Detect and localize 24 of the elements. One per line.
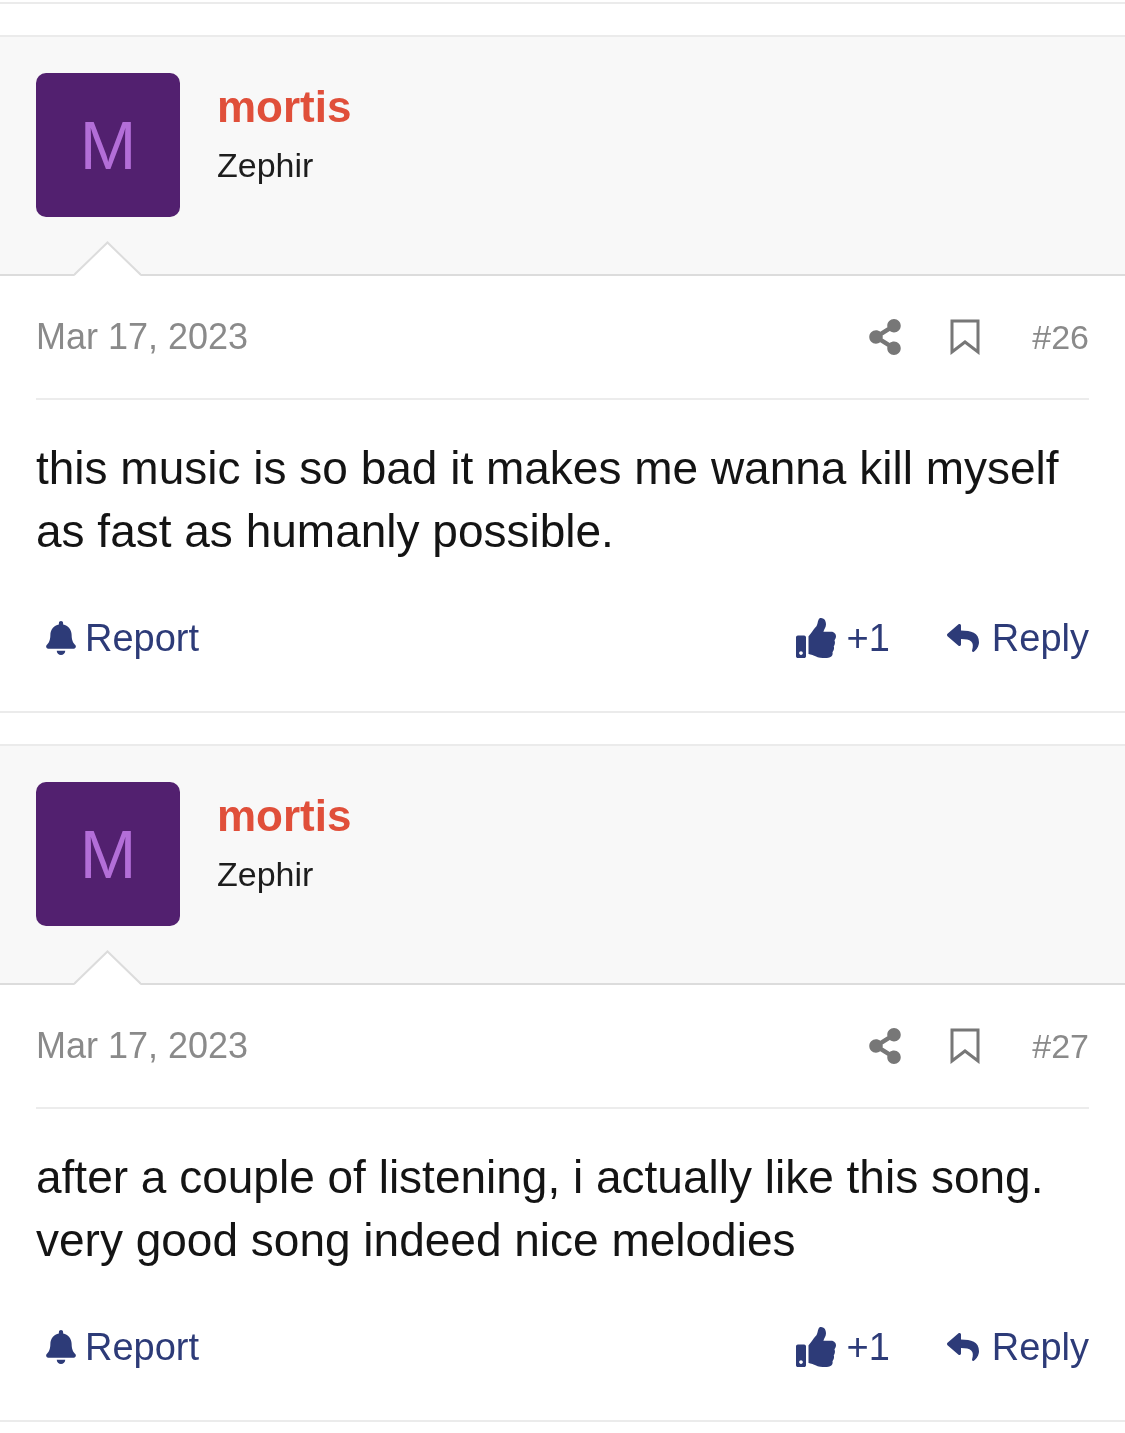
reply-icon [944,1331,981,1363]
report-link[interactable]: Report [45,614,200,662]
username-link[interactable]: mortis [217,79,352,135]
thumbs-up-icon [795,618,836,658]
user-title: Zephir [217,854,315,895]
like-button[interactable]: +1 [795,614,890,662]
bookmark-icon[interactable] [950,319,981,355]
post-date: Mar 17, 2023 [36,1025,249,1067]
report-link[interactable]: Report [45,1323,200,1371]
thumbs-up-icon [795,1327,836,1367]
share-icon[interactable] [868,319,903,355]
like-button[interactable]: +1 [795,1323,890,1371]
post-text: after a couple of listening, i actually like this song. very good song indeed nice melodies [36,1150,1045,1268]
reply-icon [944,622,981,654]
reply-button[interactable]: Reply [944,1323,1089,1371]
bell-icon [45,1330,77,1364]
share-icon[interactable] [868,1028,903,1064]
user-title: Zephir [217,145,315,186]
post-date: Mar 17, 2023 [36,316,249,358]
bookmark-icon[interactable] [950,1028,981,1064]
bell-icon [45,621,77,655]
post-text: this music is so bad it makes me wanna kill myself as fast as humanly possible. [36,441,1060,559]
username-link[interactable]: mortis [217,788,352,844]
reply-button[interactable]: Reply [944,614,1089,662]
